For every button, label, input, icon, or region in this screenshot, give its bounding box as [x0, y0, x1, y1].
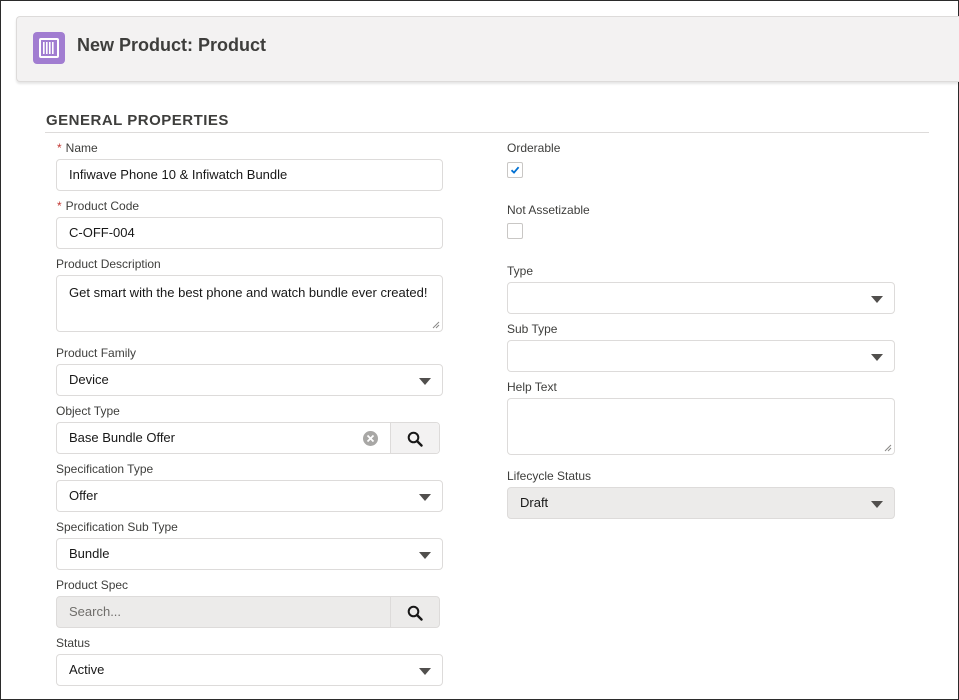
chevron-down-icon	[871, 501, 883, 508]
specification-sub-type-select[interactable]: Bundle	[56, 538, 443, 570]
sub-type-label: Sub Type	[507, 322, 558, 336]
object-type-lookup[interactable]: Base Bundle Offer	[56, 422, 440, 454]
page-header: New Product: Product	[16, 16, 959, 82]
chevron-down-icon	[419, 552, 431, 559]
search-icon	[407, 605, 423, 621]
search-icon	[407, 431, 423, 447]
orderable-label: Orderable	[507, 141, 561, 155]
chevron-down-icon	[871, 354, 883, 361]
product-icon	[33, 32, 65, 64]
chevron-down-icon	[419, 378, 431, 385]
object-type-label: Object Type	[56, 404, 120, 418]
resize-grip-icon[interactable]	[432, 321, 440, 329]
chevron-down-icon	[419, 668, 431, 675]
orderable-checkbox[interactable]	[507, 162, 523, 178]
product-code-field[interactable]: C-OFF-004	[56, 217, 443, 249]
resize-grip-icon[interactable]	[884, 444, 892, 452]
chevron-down-icon	[419, 494, 431, 501]
help-text-textarea[interactable]	[507, 398, 895, 455]
status-label: Status	[56, 636, 91, 650]
product-description-label: Product Description	[56, 257, 161, 271]
type-select[interactable]	[507, 282, 895, 314]
specification-sub-type-label: Specification Sub Type	[56, 520, 178, 534]
type-label: Type	[507, 264, 534, 278]
section-divider	[45, 132, 929, 133]
product-description-textarea[interactable]: Get smart with the best phone and watch …	[56, 275, 443, 332]
lifecycle-status-label: Lifecycle Status	[507, 469, 592, 483]
required-marker: *	[57, 199, 62, 213]
specification-type-select[interactable]: Offer	[56, 480, 443, 512]
product-code-label: * Product Code	[57, 199, 140, 213]
specification-type-label: Specification Type	[56, 462, 154, 476]
product-spec-search-button[interactable]	[390, 597, 439, 627]
product-family-label: Product Family	[56, 346, 137, 360]
sub-type-select[interactable]	[507, 340, 895, 372]
object-type-search-button[interactable]	[390, 423, 439, 453]
clear-icon[interactable]	[363, 431, 378, 446]
product-family-select[interactable]: Device	[56, 364, 443, 396]
page-title: New Product: Product	[77, 35, 267, 55]
chevron-down-icon	[871, 296, 883, 303]
lifecycle-status-select[interactable]: Draft	[507, 487, 895, 519]
not-assetizable-label: Not Assetizable	[507, 203, 590, 217]
help-text-label: Help Text	[507, 380, 557, 394]
section-title: GENERAL PROPERTIES	[46, 112, 229, 129]
name-label: * Name	[57, 141, 98, 155]
checkmark-icon	[510, 166, 520, 174]
not-assetizable-checkbox[interactable]	[507, 223, 523, 239]
required-marker: *	[57, 141, 62, 155]
product-spec-label: Product Spec	[56, 578, 129, 592]
product-spec-lookup[interactable]: Search...	[56, 596, 440, 628]
name-field[interactable]: Infiwave Phone 10 & Infiwatch Bundle	[56, 159, 443, 191]
status-select[interactable]: Active	[56, 654, 443, 686]
